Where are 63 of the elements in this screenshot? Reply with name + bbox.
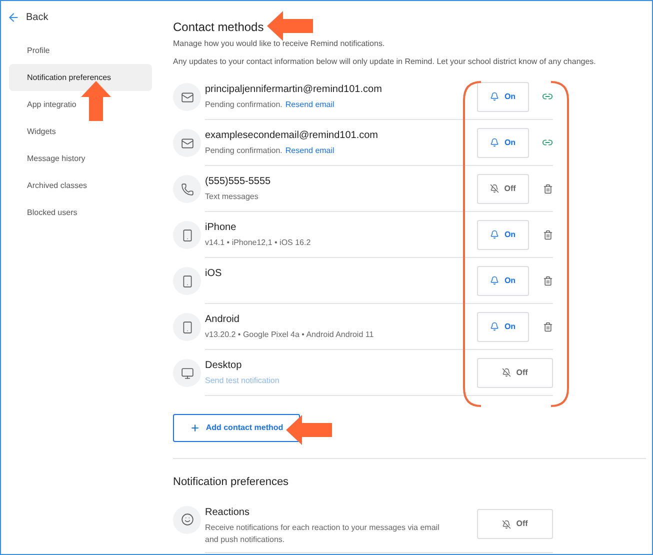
contact-name: (555)555-5555 (205, 175, 272, 189)
back-arrow-icon (7, 10, 20, 24)
trash-icon[interactable] (543, 230, 553, 240)
plus-icon (190, 423, 200, 433)
contact-name: Reactions (205, 506, 250, 520)
notification-toggle[interactable]: Off (477, 509, 553, 539)
annotation-arrow (267, 11, 313, 41)
notification-toggle[interactable]: Off (477, 174, 529, 204)
sidebar-item[interactable]: Message history (9, 145, 152, 172)
notification-toggle[interactable]: On (477, 220, 529, 250)
smiley-icon (180, 513, 194, 526)
contact-name: Desktop (205, 359, 243, 373)
notification-toggle[interactable]: Off (477, 358, 553, 388)
contact-link[interactable]: Resend email (285, 145, 334, 157)
bell-off-icon (502, 520, 512, 528)
annotation-arrow (81, 81, 111, 121)
section-title: Notification preferences (173, 475, 290, 490)
contact-detail: Text messages (205, 191, 258, 203)
section-description: Manage how you would like to receive Remind notifications. (173, 38, 386, 50)
bell-icon (490, 322, 500, 331)
notification-toggle[interactable]: On (477, 128, 529, 158)
sidebar-item[interactable]: Blocked users (9, 199, 152, 226)
link-icon[interactable] (542, 91, 553, 102)
sidebar-item[interactable]: Profile (9, 37, 152, 64)
smartphone-icon (180, 228, 194, 242)
contact-detail: v14.1 • iPhone12,1 • iOS 16.2 (205, 237, 311, 249)
sidebar-item[interactable]: Notification preferences (9, 64, 152, 91)
contact-detail: Pending confirmation. (205, 145, 282, 157)
notification-toggle[interactable]: On (477, 82, 529, 112)
back-button[interactable]: Back (7, 9, 161, 25)
contact-name: principaljennifermartin@remind101.com (205, 83, 383, 97)
bell-off-icon (490, 184, 500, 193)
bell-off-icon (502, 368, 512, 377)
contact-detail: Receive notifications for each reaction to your messages via email and push notifications. (205, 522, 440, 546)
bell-icon (490, 230, 500, 239)
contact-detail: Pending confirmation. (205, 99, 282, 111)
contact-name: iOS (205, 267, 223, 281)
envelope-icon (180, 90, 194, 104)
notification-toggle[interactable]: On (477, 312, 529, 342)
envelope-icon (180, 136, 194, 150)
bell-icon (490, 92, 500, 101)
contact-name: iPhone (205, 221, 238, 235)
smartphone-icon (180, 320, 194, 334)
trash-icon[interactable] (543, 276, 553, 286)
section-title: Contact methods (173, 19, 264, 35)
bell-icon (490, 276, 500, 285)
annotation-arrow (286, 415, 332, 445)
trash-icon[interactable] (543, 184, 553, 194)
smartphone-icon (180, 274, 194, 288)
trash-icon[interactable] (543, 322, 553, 332)
sidebar-item[interactable]: Archived classes (9, 172, 152, 199)
contact-detail: v13.20.2 • Google Pixel 4a • Android Android 11 (205, 329, 374, 341)
phone-icon (180, 182, 194, 196)
sidebar-item[interactable]: App integratio (9, 91, 152, 118)
sidebar-item[interactable]: Widgets (9, 118, 152, 145)
section-description: Any updates to your contact information below will only update in Remind. Let your school district know of any changes. (173, 56, 597, 68)
monitor-icon (180, 366, 194, 380)
notification-toggle[interactable]: On (477, 266, 529, 296)
contact-name: Android (205, 313, 240, 327)
link-icon[interactable] (542, 137, 553, 148)
contact-name: examplesecondemail@remind101.com (205, 129, 380, 143)
contact-link[interactable]: Resend email (285, 99, 334, 111)
bell-icon (490, 138, 500, 147)
